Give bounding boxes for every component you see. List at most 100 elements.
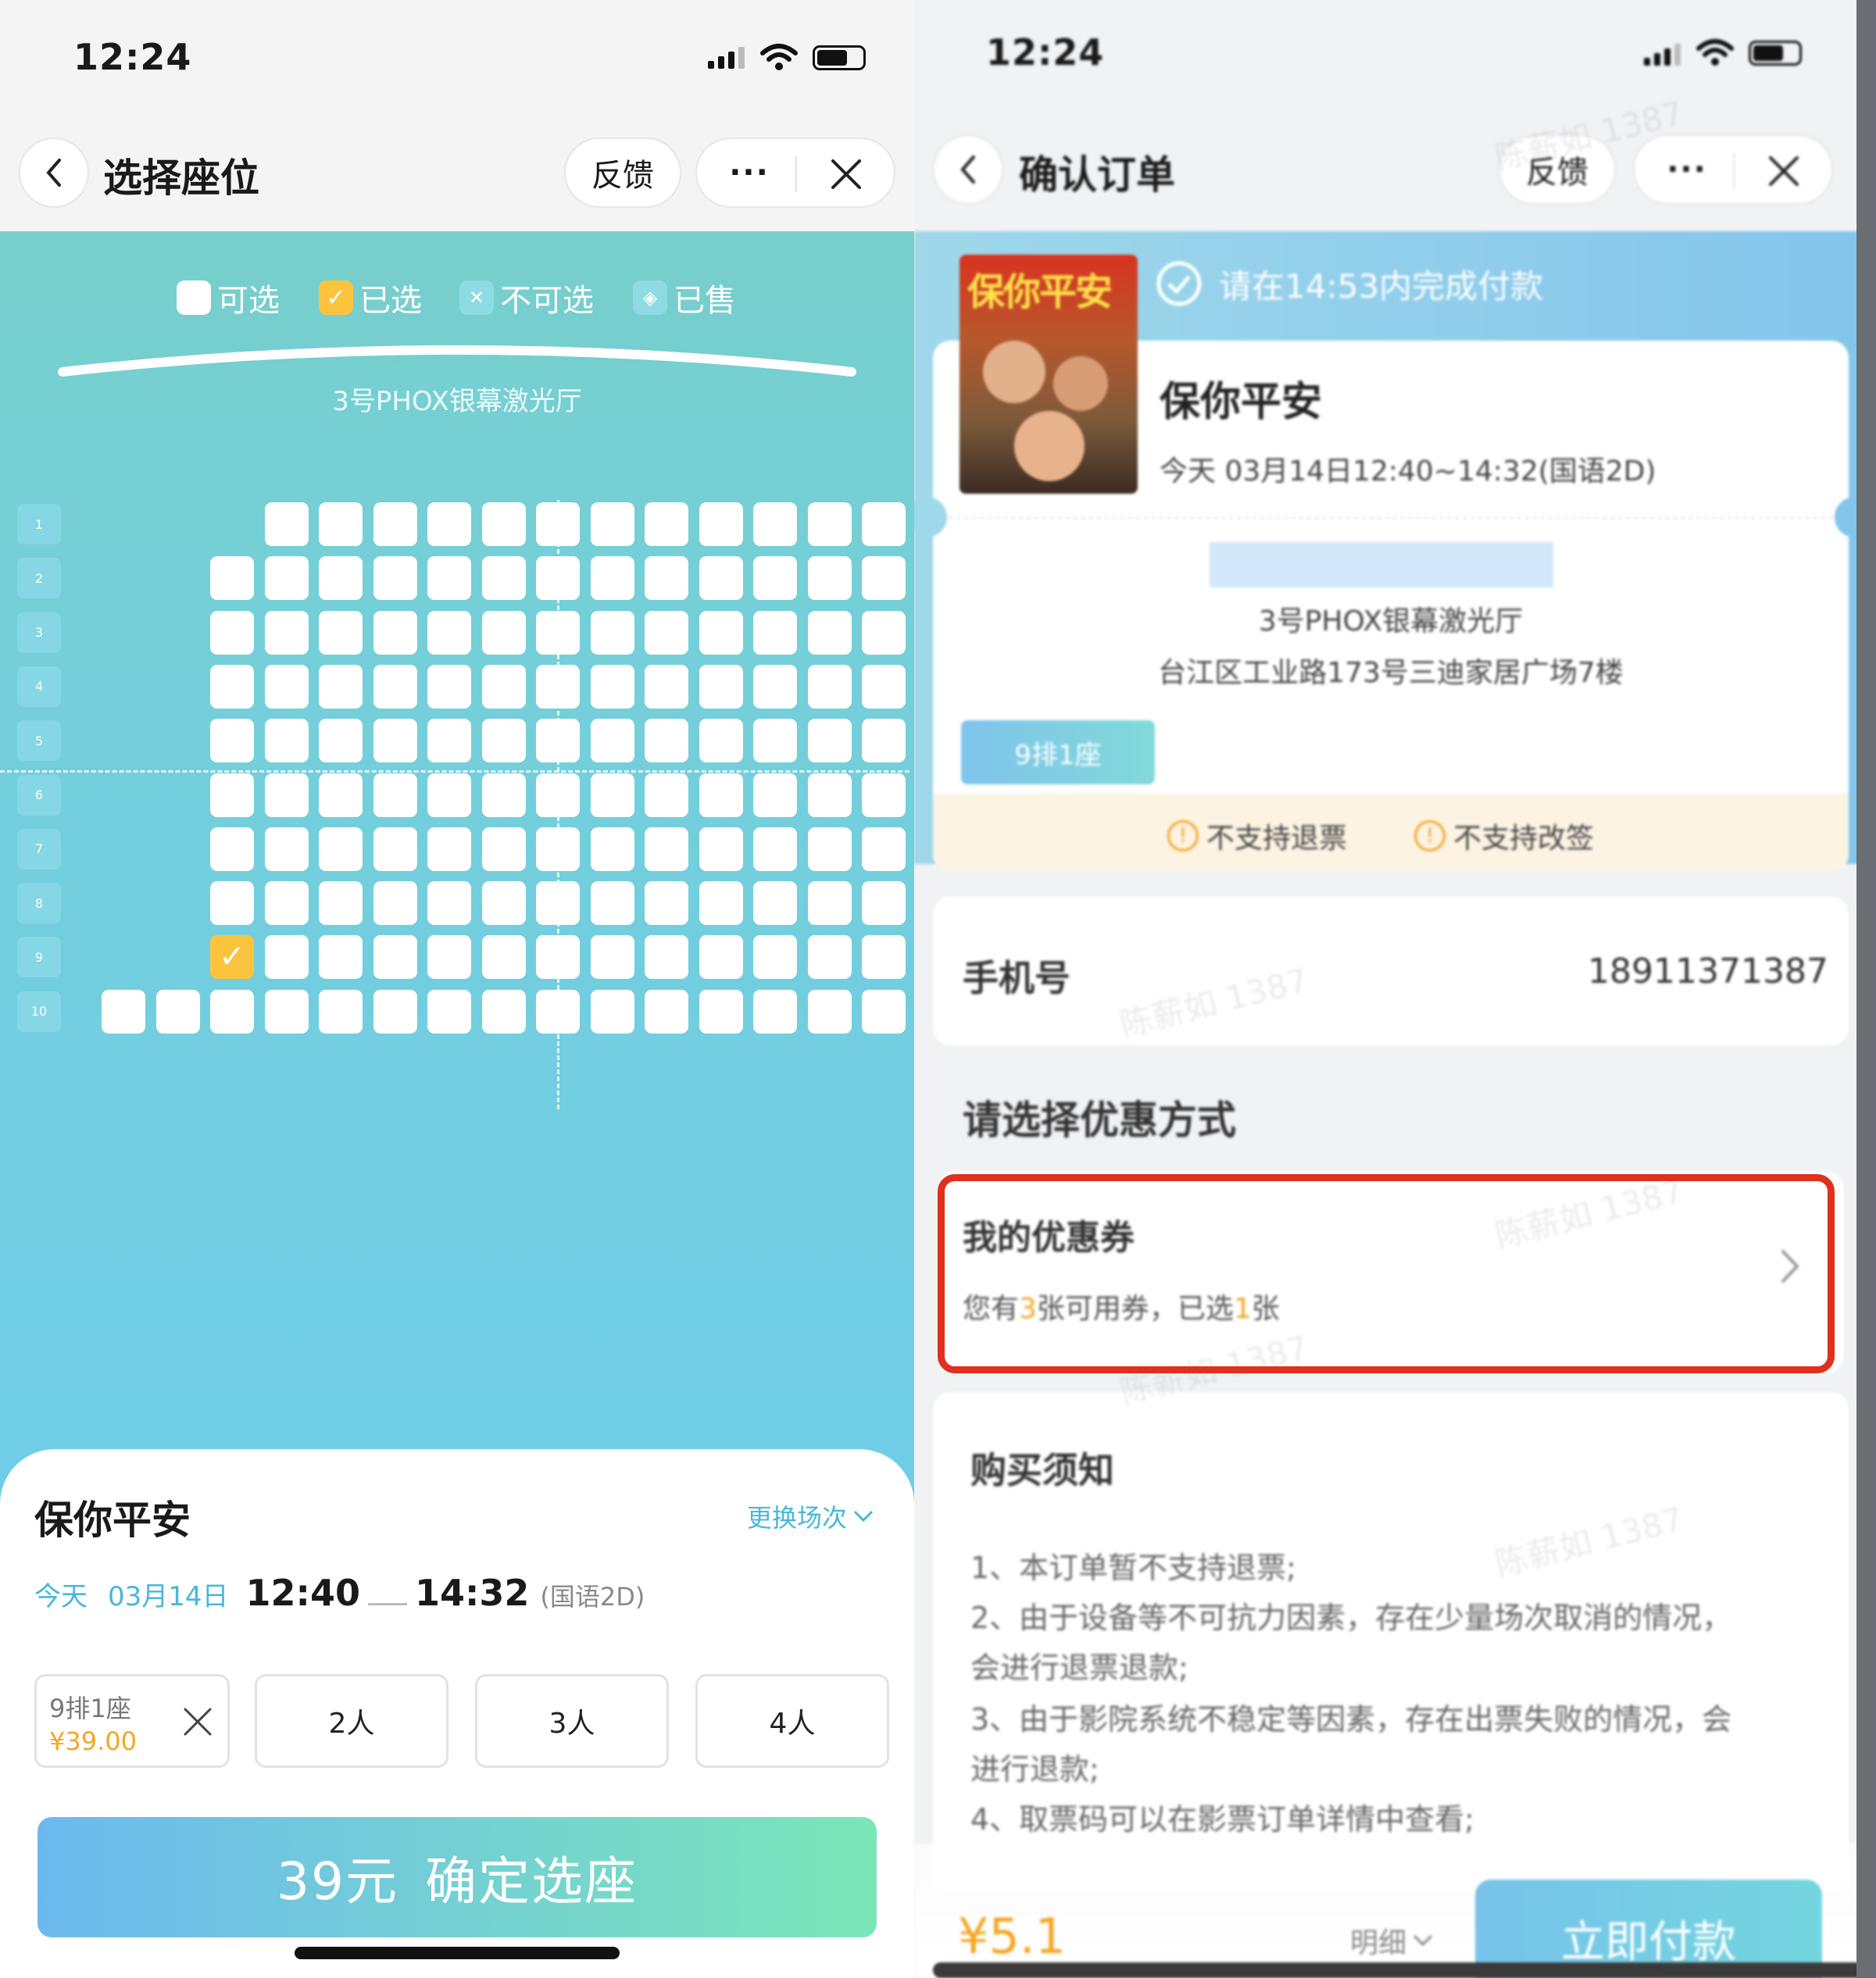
seat[interactable]	[481, 556, 526, 601]
seat[interactable]	[753, 935, 797, 980]
seat[interactable]	[264, 502, 309, 546]
count-2-button[interactable]: 2人	[255, 1674, 448, 1768]
seat[interactable]	[862, 935, 906, 980]
remove-ticket-icon[interactable]	[182, 1706, 213, 1737]
seat[interactable]	[699, 719, 743, 763]
seat[interactable]	[319, 773, 363, 817]
seat[interactable]	[264, 664, 309, 709]
seat[interactable]	[807, 610, 852, 655]
seat[interactable]	[753, 610, 797, 655]
seat[interactable]	[481, 827, 526, 871]
seat[interactable]	[264, 935, 309, 980]
seat[interactable]	[862, 773, 906, 817]
seat[interactable]	[753, 556, 797, 601]
seat[interactable]	[210, 610, 254, 655]
seat[interactable]	[699, 773, 743, 817]
seat[interactable]	[862, 610, 906, 655]
seat[interactable]	[481, 502, 526, 546]
seat[interactable]	[264, 881, 309, 926]
seat[interactable]	[645, 610, 688, 655]
seat[interactable]	[699, 502, 743, 546]
change-showtime-link[interactable]: 更换场次	[747, 1498, 875, 1534]
seat[interactable]	[753, 989, 797, 1034]
confirm-seat-button[interactable]: 39元 确定选座	[38, 1817, 877, 1937]
count-4-button[interactable]: 4人	[695, 1674, 889, 1768]
seat[interactable]	[373, 827, 417, 871]
seat[interactable]	[373, 664, 417, 709]
seat[interactable]	[481, 881, 526, 926]
seat[interactable]	[536, 502, 580, 546]
seat[interactable]	[427, 502, 471, 546]
seat[interactable]	[753, 664, 797, 709]
seat[interactable]	[373, 989, 417, 1034]
seat[interactable]	[645, 773, 688, 817]
seat[interactable]	[264, 773, 309, 817]
seat[interactable]	[862, 989, 906, 1034]
seat[interactable]	[536, 881, 580, 926]
seat[interactable]	[210, 664, 254, 709]
seat[interactable]	[536, 664, 580, 709]
seat[interactable]	[807, 827, 852, 871]
seat[interactable]	[807, 881, 852, 926]
seat[interactable]	[373, 773, 417, 817]
seat[interactable]	[590, 827, 634, 871]
feedback-button[interactable]: 反馈	[564, 137, 681, 208]
more-button[interactable]: ···	[1652, 139, 1722, 200]
seat[interactable]	[481, 664, 526, 709]
seat[interactable]	[590, 719, 634, 763]
seat[interactable]	[699, 556, 743, 601]
more-button[interactable]: ···	[714, 142, 784, 203]
seat[interactable]	[319, 989, 363, 1034]
seat[interactable]	[536, 556, 580, 601]
seat[interactable]	[699, 827, 743, 871]
seat[interactable]	[590, 664, 634, 709]
seat[interactable]	[536, 773, 580, 817]
seat[interactable]	[264, 719, 309, 763]
seat[interactable]	[807, 935, 852, 980]
seat[interactable]	[427, 935, 471, 980]
seat[interactable]	[699, 935, 743, 980]
back-button[interactable]	[19, 137, 89, 208]
seat[interactable]	[645, 881, 688, 926]
seat[interactable]	[427, 881, 471, 926]
seat[interactable]	[862, 719, 906, 763]
seat[interactable]	[807, 556, 852, 601]
seat[interactable]	[264, 610, 309, 655]
seat[interactable]	[645, 719, 688, 763]
seat[interactable]	[862, 827, 906, 871]
seat[interactable]	[590, 773, 634, 817]
seat[interactable]	[210, 827, 254, 871]
seat[interactable]	[264, 827, 309, 871]
seat[interactable]	[645, 502, 688, 546]
seat[interactable]	[807, 719, 852, 763]
seat[interactable]	[590, 556, 634, 601]
seat[interactable]	[373, 610, 417, 655]
seat[interactable]	[590, 610, 634, 655]
seat[interactable]	[427, 610, 471, 655]
price-detail-link[interactable]: 明细	[1350, 1920, 1435, 1961]
seat[interactable]	[427, 719, 471, 763]
seat[interactable]	[862, 664, 906, 709]
seat[interactable]	[753, 827, 797, 871]
seat[interactable]	[155, 989, 200, 1034]
seat[interactable]	[102, 989, 145, 1034]
seat[interactable]	[481, 935, 526, 980]
seat[interactable]	[862, 502, 906, 546]
seat[interactable]	[427, 989, 471, 1034]
seat[interactable]	[590, 881, 634, 926]
seat[interactable]	[807, 502, 852, 546]
seat[interactable]	[481, 773, 526, 817]
seat[interactable]	[373, 556, 417, 601]
seat[interactable]	[699, 664, 743, 709]
seat[interactable]	[319, 935, 363, 980]
seat[interactable]	[427, 556, 471, 601]
seat[interactable]	[210, 719, 254, 763]
seat[interactable]	[645, 556, 688, 601]
count-3-button[interactable]: 3人	[475, 1674, 669, 1768]
seat[interactable]	[753, 881, 797, 926]
seat[interactable]	[862, 556, 906, 601]
seat[interactable]	[481, 610, 526, 655]
seat[interactable]	[645, 935, 688, 980]
seat[interactable]	[536, 610, 580, 655]
seat[interactable]	[753, 719, 797, 763]
